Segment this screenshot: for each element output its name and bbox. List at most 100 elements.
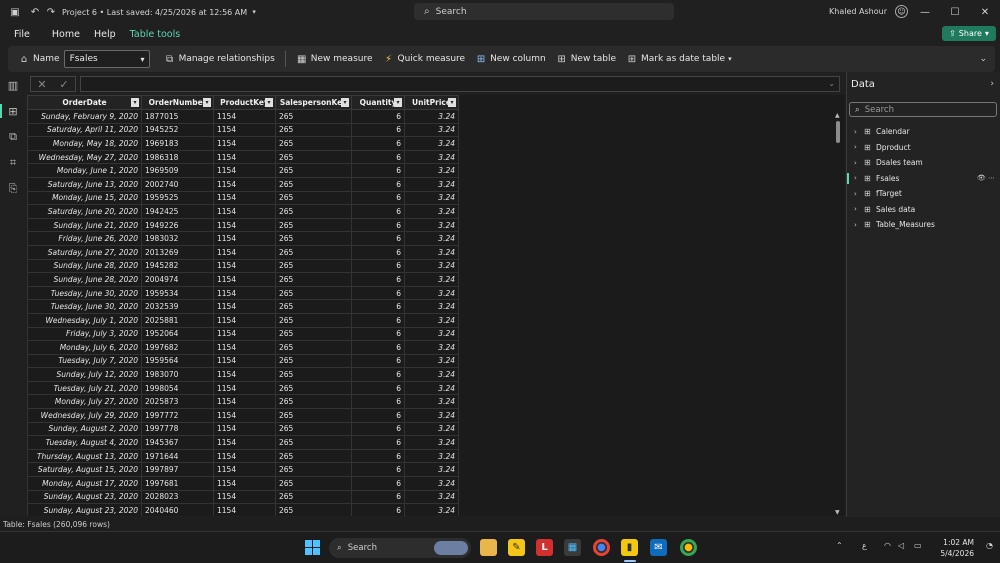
- cell-quantity[interactable]: 6: [351, 394, 405, 410]
- cell-productkey[interactable]: 1154: [213, 340, 276, 355]
- cell-unitprice[interactable]: 3.24: [404, 326, 459, 342]
- new-table-button[interactable]: ⊞ New table: [556, 54, 617, 65]
- cell-salespersonkey[interactable]: 265: [275, 326, 352, 342]
- cell-ordernumber[interactable]: 2013269: [141, 244, 214, 260]
- cell-unitprice[interactable]: 3.24: [404, 136, 459, 151]
- cell-productkey[interactable]: 1154: [213, 503, 276, 516]
- cell-unitprice[interactable]: 3.24: [404, 204, 459, 219]
- cell-unitprice[interactable]: 3.24: [404, 380, 459, 396]
- cell-ordernumber[interactable]: 1959534: [141, 285, 214, 301]
- data-pane-table-item[interactable]: › ⊞ fTarget: [847, 186, 1000, 202]
- cell-orderdate[interactable]: Wednesday, May 27, 2020: [27, 149, 142, 165]
- scrollbar-thumb[interactable]: [836, 121, 840, 143]
- cell-salespersonkey[interactable]: 265: [275, 285, 352, 301]
- cell-ordernumber[interactable]: 1945282: [141, 258, 214, 274]
- cell-ordernumber[interactable]: 1969509: [141, 163, 214, 178]
- cell-orderdate[interactable]: Tuesday, August 4, 2020: [27, 435, 142, 450]
- cell-quantity[interactable]: 6: [351, 380, 405, 396]
- cell-productkey[interactable]: 1154: [213, 367, 276, 382]
- cell-orderdate[interactable]: Monday, July 27, 2020: [27, 394, 142, 410]
- data-pane-table-item[interactable]: › ⊞ Calendar: [847, 124, 1000, 140]
- cell-salespersonkey[interactable]: 265: [275, 421, 352, 437]
- cell-salespersonkey[interactable]: 265: [275, 136, 352, 151]
- cell-unitprice[interactable]: 3.24: [404, 435, 459, 450]
- cell-ordernumber[interactable]: 1877015: [141, 109, 214, 124]
- cell-quantity[interactable]: 6: [351, 231, 405, 246]
- cell-productkey[interactable]: 1154: [213, 448, 276, 464]
- cell-orderdate[interactable]: Sunday, June 28, 2020: [27, 258, 142, 274]
- column-header-unitprice[interactable]: UnitPrice ▾: [404, 95, 459, 110]
- cell-productkey[interactable]: 1154: [213, 217, 276, 233]
- cell-quantity[interactable]: 6: [351, 149, 405, 165]
- battery-icon[interactable]: ▭: [914, 541, 922, 550]
- cell-productkey[interactable]: 1154: [213, 163, 276, 178]
- cell-productkey[interactable]: 1154: [213, 476, 276, 491]
- cell-ordernumber[interactable]: 2025873: [141, 394, 214, 410]
- windows-start-icon[interactable]: [305, 540, 320, 555]
- cell-orderdate[interactable]: Saturday, August 15, 2020: [27, 462, 142, 478]
- cell-unitprice[interactable]: 3.24: [404, 190, 459, 206]
- cell-orderdate[interactable]: Sunday, June 21, 2020: [27, 217, 142, 233]
- cell-quantity[interactable]: 6: [351, 408, 405, 423]
- cell-productkey[interactable]: 1154: [213, 489, 276, 505]
- outlook-icon[interactable]: ✉: [650, 539, 667, 556]
- cell-orderdate[interactable]: Tuesday, July 7, 2020: [27, 353, 142, 369]
- cell-unitprice[interactable]: 3.24: [404, 462, 459, 478]
- cell-orderdate[interactable]: Sunday, July 12, 2020: [27, 367, 142, 382]
- cell-unitprice[interactable]: 3.24: [404, 448, 459, 464]
- cell-unitprice[interactable]: 3.24: [404, 122, 459, 138]
- title-search-box[interactable]: ⌕ Search: [414, 3, 674, 20]
- cell-ordernumber[interactable]: 1983032: [141, 231, 214, 246]
- data-pane-table-item[interactable]: › ⊞ Dproduct: [847, 140, 1000, 156]
- cell-quantity[interactable]: 6: [351, 421, 405, 437]
- cell-ordernumber[interactable]: 1952064: [141, 326, 214, 342]
- cell-unitprice[interactable]: 3.24: [404, 217, 459, 233]
- cell-salespersonkey[interactable]: 265: [275, 448, 352, 464]
- cell-productkey[interactable]: 1154: [213, 136, 276, 151]
- cell-unitprice[interactable]: 3.24: [404, 489, 459, 505]
- cell-orderdate[interactable]: Tuesday, June 30, 2020: [27, 285, 142, 301]
- cell-unitprice[interactable]: 3.24: [404, 258, 459, 274]
- formula-input[interactable]: ⌄: [80, 76, 840, 92]
- cell-quantity[interactable]: 6: [351, 503, 405, 516]
- ribbon-collapse-icon[interactable]: ⌄: [979, 54, 987, 64]
- chrome-icon[interactable]: ●: [593, 539, 610, 556]
- power-bi-icon[interactable]: ▮: [621, 539, 638, 556]
- cell-ordernumber[interactable]: 1998054: [141, 380, 214, 396]
- cell-salespersonkey[interactable]: 265: [275, 299, 352, 314]
- scroll-up-icon[interactable]: ▲: [835, 112, 840, 119]
- cell-orderdate[interactable]: Thursday, August 13, 2020: [27, 448, 142, 464]
- cell-unitprice[interactable]: 3.24: [404, 503, 459, 516]
- chevron-down-icon[interactable]: ⌄: [828, 79, 835, 88]
- cell-quantity[interactable]: 6: [351, 299, 405, 314]
- cell-salespersonkey[interactable]: 265: [275, 109, 352, 124]
- cell-orderdate[interactable]: Sunday, August 23, 2020: [27, 489, 142, 505]
- cell-quantity[interactable]: 6: [351, 340, 405, 355]
- cell-productkey[interactable]: 1154: [213, 231, 276, 246]
- cell-orderdate[interactable]: Saturday, June 27, 2020: [27, 244, 142, 260]
- cell-unitprice[interactable]: 3.24: [404, 421, 459, 437]
- cell-ordernumber[interactable]: 2002740: [141, 176, 214, 192]
- column-header-quantity[interactable]: Quantity ▾: [351, 95, 405, 110]
- cell-quantity[interactable]: 6: [351, 244, 405, 260]
- cell-unitprice[interactable]: 3.24: [404, 299, 459, 314]
- cell-unitprice[interactable]: 3.24: [404, 367, 459, 382]
- cell-unitprice[interactable]: 3.24: [404, 353, 459, 369]
- cell-salespersonkey[interactable]: 265: [275, 367, 352, 382]
- cell-quantity[interactable]: 6: [351, 204, 405, 219]
- cell-productkey[interactable]: 1154: [213, 421, 276, 437]
- cell-ordernumber[interactable]: 1945252: [141, 122, 214, 138]
- cell-productkey[interactable]: 1154: [213, 326, 276, 342]
- cell-orderdate[interactable]: Wednesday, July 1, 2020: [27, 312, 142, 328]
- column-header-productkey[interactable]: ProductKey ▾: [213, 95, 276, 110]
- cell-productkey[interactable]: 1154: [213, 149, 276, 165]
- column-header-salespersonkey[interactable]: SalespersonKey ▾: [275, 95, 352, 110]
- cell-quantity[interactable]: 6: [351, 462, 405, 478]
- cell-ordernumber[interactable]: 1959525: [141, 190, 214, 206]
- column-header-orderdate[interactable]: OrderDate ▾: [27, 95, 142, 110]
- cell-ordernumber[interactable]: 1983070: [141, 367, 214, 382]
- cell-ordernumber[interactable]: 1997778: [141, 421, 214, 437]
- cell-productkey[interactable]: 1154: [213, 204, 276, 219]
- chrome-profile-icon[interactable]: ●: [680, 539, 697, 556]
- cell-productkey[interactable]: 1154: [213, 285, 276, 301]
